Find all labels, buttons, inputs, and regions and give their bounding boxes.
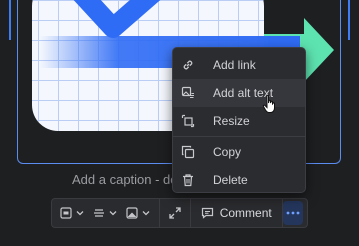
more-options-button[interactable]: [282, 201, 303, 225]
caption-input[interactable]: Add a caption - do: [72, 172, 178, 187]
chevron-down-icon: [109, 211, 117, 216]
chevron-down-icon: [76, 211, 84, 216]
comment-button[interactable]: Comment: [191, 199, 282, 227]
menu-item-copy[interactable]: Copy: [173, 138, 305, 166]
align-icon: [94, 209, 104, 217]
layout-dropdown-button[interactable]: [58, 199, 87, 227]
trash-icon: [181, 173, 195, 187]
menu-item-label: Resize: [213, 114, 250, 128]
copy-icon: [181, 145, 195, 159]
editor-canvas: Add a caption - do Comment Add link Add …: [0, 0, 359, 246]
toolbar-dropdown-group: [52, 199, 159, 227]
selection-handle-right[interactable]: [348, 0, 350, 40]
link-icon: [181, 58, 195, 72]
menu-item-label: Delete: [213, 173, 248, 187]
image-context-menu: Add link Add alt text Resize Copy Delete: [172, 47, 306, 193]
more-icon: [286, 211, 300, 215]
hand-cursor-icon: [262, 94, 275, 113]
menu-item-add-link[interactable]: Add link: [173, 51, 305, 79]
image-style-dropdown-button[interactable]: [124, 199, 153, 227]
menu-item-delete[interactable]: Delete: [173, 166, 305, 194]
menu-item-label: Add link: [213, 58, 256, 72]
menu-item-add-alt-text[interactable]: Add alt text: [173, 79, 305, 107]
selection-handle-left[interactable]: [9, 0, 11, 40]
align-dropdown-button[interactable]: [91, 199, 120, 227]
menu-divider: [173, 136, 305, 137]
comment-icon: [201, 207, 213, 219]
comment-label: Comment: [219, 206, 272, 220]
layout-icon: [60, 207, 72, 219]
expand-icon: [169, 207, 181, 219]
expand-button[interactable]: [160, 199, 190, 227]
chevron-down-icon: [142, 211, 150, 216]
image-style-icon: [126, 207, 138, 219]
menu-item-resize[interactable]: Resize: [173, 107, 305, 135]
image-toolbar: Comment: [51, 198, 308, 228]
menu-item-label: Copy: [213, 145, 242, 159]
alt-text-icon: [181, 86, 195, 100]
resize-icon: [181, 114, 195, 128]
